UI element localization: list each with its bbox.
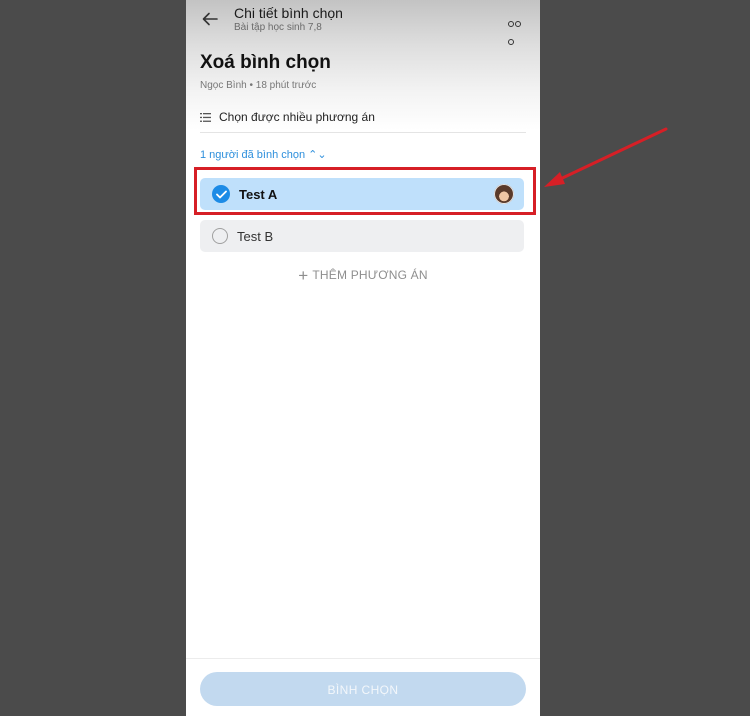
back-arrow-icon[interactable] (200, 9, 220, 29)
page-title: Chi tiết bình chọn (234, 5, 343, 21)
option-label: Test B (237, 228, 274, 244)
poll-meta: Ngọc Bình • 18 phút trước (200, 80, 317, 91)
poll-option-test-b[interactable]: Test B (200, 220, 524, 252)
highlight-box (194, 167, 536, 215)
plus-icon: + (298, 266, 309, 285)
footer-divider (186, 658, 540, 659)
add-option-label: THÊM PHƯƠNG ÁN (312, 268, 428, 282)
more-options-icon[interactable] (508, 14, 528, 45)
annotation-arrow-icon (544, 127, 668, 187)
multi-choice-setting: Chọn được nhiều phương án (200, 108, 375, 126)
add-option-button[interactable]: + THÊM PHƯƠNG ÁN (186, 266, 540, 286)
list-icon (200, 112, 211, 122)
unchecked-circle-icon[interactable] (212, 228, 228, 244)
top-bar: Chi tiết bình chọn Bài tập học sinh 7,8 (186, 0, 540, 45)
voters-count-link[interactable]: 1 người đã bình chọn ⌃⌄ (200, 148, 327, 161)
page-subtitle: Bài tập học sinh 7,8 (234, 22, 322, 33)
divider (200, 132, 526, 133)
phone-screen: Chi tiết bình chọn Bài tập học sinh 7,8 … (186, 0, 540, 716)
poll-title: Xoá bình chọn (200, 52, 331, 73)
multi-choice-label: Chọn được nhiều phương án (219, 110, 375, 124)
vote-button[interactable]: BÌNH CHỌN (200, 672, 526, 706)
